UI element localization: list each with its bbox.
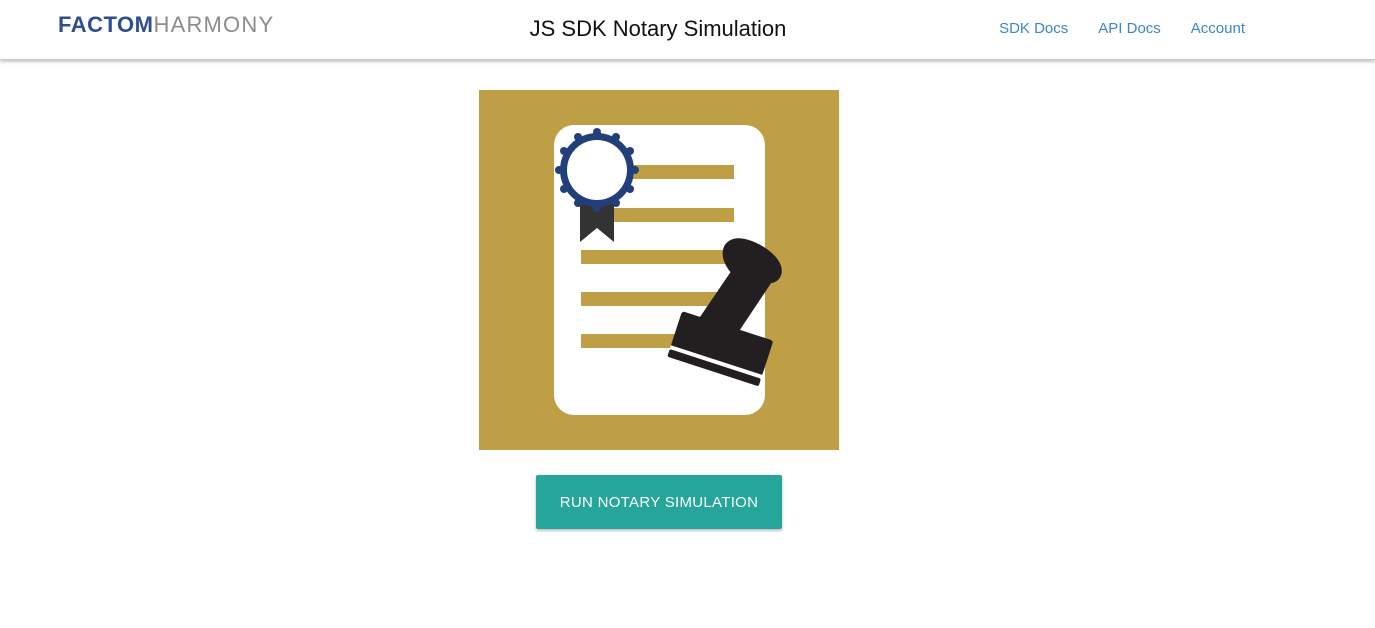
nav-link-sdk-docs[interactable]: SDK Docs bbox=[999, 19, 1068, 39]
nav-links: SDK Docs API Docs Account bbox=[999, 19, 1245, 39]
nav-link-api-docs[interactable]: API Docs bbox=[1098, 19, 1161, 39]
top-navbar: FACTOMHARMONY JS SDK Notary Simulation S… bbox=[0, 0, 1375, 60]
notary-illustration bbox=[479, 90, 839, 450]
nav-link-account[interactable]: Account bbox=[1191, 19, 1245, 39]
run-notary-simulation-button[interactable]: RUN NOTARY SIMULATION bbox=[536, 475, 782, 529]
document-line bbox=[581, 250, 734, 264]
document-line bbox=[607, 208, 734, 222]
notarized-document-icon bbox=[479, 90, 839, 450]
